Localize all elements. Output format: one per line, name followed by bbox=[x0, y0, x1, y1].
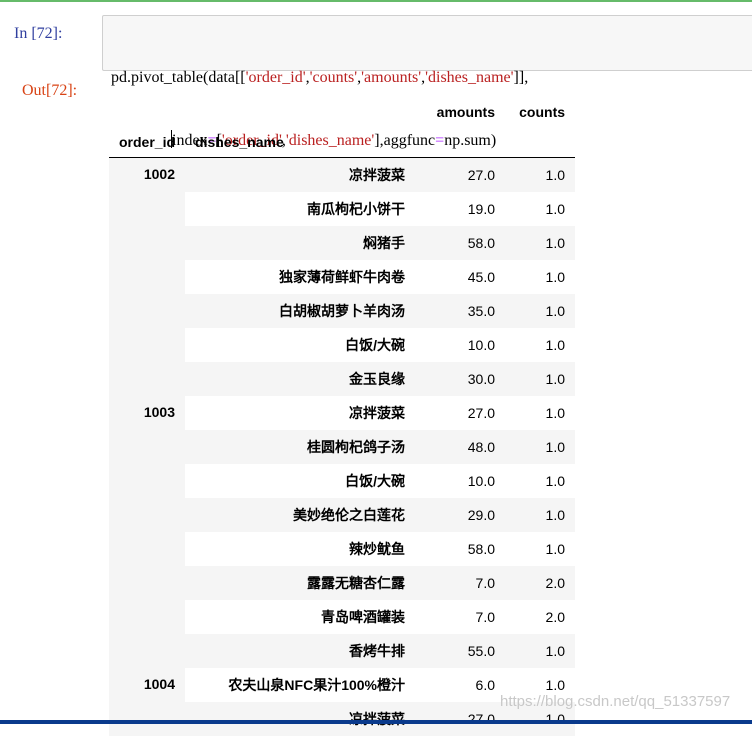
code-token: ]], bbox=[513, 69, 529, 86]
dish-name-cell: 青岛啤酒罐装 bbox=[321, 609, 406, 625]
counts-cell: 1.0 bbox=[505, 226, 576, 260]
amounts-cell: 27.0 bbox=[415, 157, 506, 192]
amounts-cell: 58.0 bbox=[415, 226, 506, 260]
dish-name-cell: 美妙绝伦之白莲花 bbox=[185, 498, 416, 532]
dish-name-cell: 露露无糖杏仁露 bbox=[185, 566, 416, 600]
watermark: https://blog.csdn.net/qq_51337597 bbox=[500, 693, 731, 710]
column-header-row: amounts counts bbox=[109, 97, 575, 127]
dish-name-cell: 白饭/大碗 bbox=[345, 337, 406, 353]
code-token: 'counts' bbox=[309, 69, 358, 86]
dish-name-cell: 凉拌菠菜 bbox=[185, 702, 416, 736]
amounts-cell: 45.0 bbox=[467, 269, 496, 285]
amounts-cell: 7.0 bbox=[415, 566, 506, 600]
dish-name-cell: 南瓜枸杞小饼干 bbox=[307, 201, 406, 217]
order-id-cell: 1003 bbox=[109, 396, 186, 668]
amounts-cell: 48.0 bbox=[415, 430, 506, 464]
column-header-amounts: amounts bbox=[436, 104, 496, 120]
table-row: 1002 凉拌菠菜 27.0 1.0 bbox=[109, 157, 576, 396]
order-id-cell: 1002 bbox=[109, 157, 186, 396]
table-row: 1003 凉拌菠菜 27.0 1.0 bbox=[109, 396, 575, 668]
counts-cell: 1.0 bbox=[545, 405, 566, 421]
dish-name-cell: 白饭/大碗 bbox=[345, 473, 406, 489]
counts-cell: 1.0 bbox=[545, 541, 566, 557]
dish-name-cell: 独家薄荷鲜虾牛肉卷 bbox=[279, 269, 406, 285]
code-cell-editor[interactable]: pd.pivot_table(data[['order_id','counts'… bbox=[102, 15, 752, 149]
dish-name-cell: 香烤牛排 bbox=[185, 634, 416, 668]
amounts-cell: 10.0 bbox=[467, 473, 496, 489]
amounts-cell: 35.0 bbox=[415, 294, 506, 328]
counts-cell: 2.0 bbox=[545, 609, 566, 625]
amounts-cell: 55.0 bbox=[415, 634, 506, 668]
amounts-cell: 10.0 bbox=[467, 337, 496, 353]
amounts-cell: 7.0 bbox=[475, 609, 496, 625]
code-token: 'amounts' bbox=[361, 69, 422, 86]
code-line-1: pd.pivot_table(data[['order_id','counts'… bbox=[111, 67, 528, 88]
code-token: 'dishes_name' bbox=[425, 69, 514, 86]
code-token: pd.pivot_table(data[[ bbox=[111, 69, 246, 86]
counts-cell: 1.0 bbox=[505, 498, 576, 532]
counts-cell: 1.0 bbox=[545, 201, 566, 217]
active-cell-indicator bbox=[0, 0, 752, 2]
counts-cell: 1.0 bbox=[505, 157, 576, 192]
dish-name-cell: 凉拌菠菜 bbox=[349, 405, 406, 421]
counts-cell: 1.0 bbox=[545, 269, 566, 285]
amounts-cell: 58.0 bbox=[467, 541, 496, 557]
amounts-cell: 27.0 bbox=[467, 405, 496, 421]
dish-name-cell: 农夫山泉NFC果汁100%橙汁 bbox=[228, 677, 406, 693]
order-id-cell: 1004 bbox=[109, 668, 186, 736]
amounts-cell: 6.0 bbox=[475, 677, 496, 693]
dish-name-cell: 凉拌菠菜 bbox=[185, 157, 416, 192]
counts-cell: 1.0 bbox=[545, 473, 566, 489]
counts-cell: 1.0 bbox=[505, 362, 576, 396]
amounts-cell: 27.0 bbox=[415, 702, 506, 736]
amounts-cell: 19.0 bbox=[467, 201, 496, 217]
counts-cell: 1.0 bbox=[505, 430, 576, 464]
pivot-table-output: amounts counts order_id dishes_name 1002… bbox=[109, 97, 576, 736]
counts-cell: 2.0 bbox=[505, 566, 576, 600]
counts-cell: 1.0 bbox=[545, 337, 566, 353]
dish-name-cell: 金玉良缘 bbox=[185, 362, 416, 396]
dish-name-cell: 桂圆枸杞鸽子汤 bbox=[185, 430, 416, 464]
input-prompt: In [72]: bbox=[14, 25, 63, 42]
dish-name-cell: 白胡椒胡萝卜羊肉汤 bbox=[185, 294, 416, 328]
output-prompt: Out[72]: bbox=[22, 82, 78, 99]
amounts-cell: 30.0 bbox=[415, 362, 506, 396]
counts-cell: 1.0 bbox=[505, 634, 576, 668]
counts-cell: 1.0 bbox=[505, 294, 576, 328]
index-header-dishes-name: dishes_name bbox=[185, 127, 416, 158]
dish-name-cell: 辣炒鱿鱼 bbox=[349, 541, 406, 557]
index-header-order-id: order_id bbox=[109, 127, 186, 158]
index-header-row: order_id dishes_name bbox=[109, 127, 576, 158]
dish-name-cell: 焖猪手 bbox=[185, 226, 416, 260]
amounts-cell: 29.0 bbox=[415, 498, 506, 532]
column-header-counts: counts bbox=[519, 104, 566, 120]
taskbar-edge bbox=[0, 720, 752, 724]
code-token: 'order_id' bbox=[245, 69, 306, 86]
